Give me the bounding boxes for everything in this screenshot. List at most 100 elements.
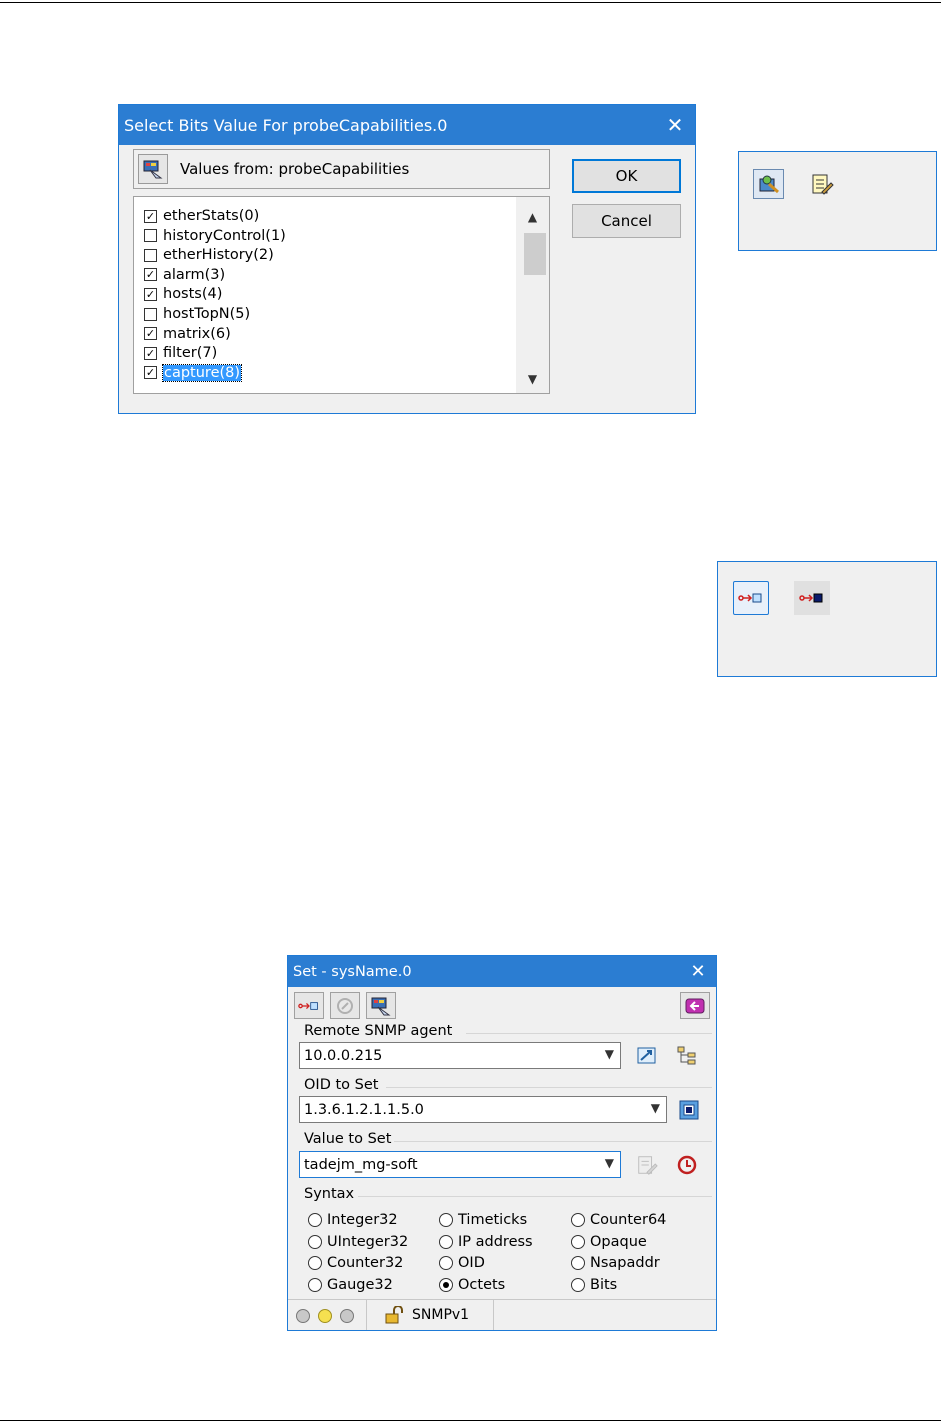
chevron-down-icon[interactable]: ▼ <box>605 1047 614 1061</box>
checkbox[interactable] <box>144 248 157 262</box>
set-dialog-title: Set - sysName.0 <box>293 963 412 980</box>
remote-agent-label: Remote SNMP agent <box>304 1023 453 1039</box>
vertical-scrollbar[interactable]: ▲ ▼ <box>516 197 549 393</box>
syntax-option[interactable]: Opaque <box>571 1234 647 1250</box>
select-values-icon[interactable] <box>366 992 396 1019</box>
edit-value-icon[interactable] <box>807 169 837 199</box>
scroll-thumb[interactable] <box>524 233 546 275</box>
checkbox[interactable]: ✓ <box>144 209 157 223</box>
syntax-option[interactable]: Counter32 <box>308 1255 403 1271</box>
syntax-option[interactable]: Octets <box>439 1277 505 1293</box>
checkbox[interactable] <box>144 307 157 321</box>
syntax-option[interactable]: Counter64 <box>571 1212 666 1228</box>
radio-button[interactable] <box>439 1213 453 1227</box>
syntax-option[interactable]: Bits <box>571 1277 617 1293</box>
syntax-option[interactable]: Nsapaddr <box>571 1255 660 1271</box>
set-request-pressed-icon[interactable] <box>794 581 830 615</box>
syntax-option[interactable]: Timeticks <box>439 1212 527 1228</box>
checkbox[interactable]: ✓ <box>144 268 157 282</box>
set-dialog-title-bar: Set - sysName.0 ✕ <box>288 956 716 987</box>
radio-button[interactable] <box>439 1277 453 1292</box>
scroll-up-icon[interactable]: ▲ <box>516 207 549 227</box>
syntax-option-label: OID <box>458 1255 485 1271</box>
list-item[interactable]: hostTopN(5) <box>144 305 250 323</box>
ok-button[interactable]: OK <box>572 159 681 193</box>
list-item[interactable]: ✓ hosts(4) <box>144 285 222 303</box>
value-value: tadejm_mg-soft <box>304 1156 418 1173</box>
checkbox[interactable]: ✓ <box>144 287 157 301</box>
list-item-label: historyControl(1) <box>163 227 286 244</box>
syntax-option-label: Integer32 <box>327 1212 398 1228</box>
checkbox[interactable] <box>144 229 157 243</box>
list-item[interactable]: etherHistory(2) <box>144 246 274 264</box>
value-label: Value to Set <box>304 1131 392 1147</box>
group-divider <box>386 1087 712 1088</box>
list-item-label: matrix(6) <box>163 325 231 342</box>
status-bar: SNMPv1 <box>288 1299 716 1330</box>
status-led-icon <box>340 1309 354 1323</box>
list-item[interactable]: historyControl(1) <box>144 227 286 245</box>
set-request-icon[interactable] <box>294 992 324 1019</box>
checkbox[interactable]: ✓ <box>144 366 157 380</box>
values-from-panel: Values from: probeCapabilities <box>133 149 550 189</box>
syntax-option[interactable]: Integer32 <box>308 1212 398 1228</box>
oid-label: OID to Set <box>304 1077 379 1093</box>
radio-button[interactable] <box>308 1234 322 1249</box>
radio-button[interactable] <box>308 1213 322 1227</box>
remote-agent-combo[interactable]: 10.0.0.215 ▼ <box>299 1042 621 1069</box>
syntax-option-label: IP address <box>458 1233 533 1250</box>
radio-button[interactable] <box>571 1256 585 1270</box>
radio-button[interactable] <box>571 1277 585 1292</box>
list-item[interactable]: ✓ etherStats(0) <box>144 207 259 225</box>
radio-button[interactable] <box>308 1277 322 1292</box>
select-values-icon[interactable] <box>753 169 784 199</box>
checkbox[interactable]: ✓ <box>144 327 157 341</box>
value-history-icon[interactable] <box>673 1151 700 1178</box>
dialog-title-bar: Select Bits Value For probeCapabilities.… <box>119 105 695 145</box>
chevron-down-icon[interactable]: ▼ <box>605 1156 614 1170</box>
scroll-down-icon[interactable]: ▼ <box>516 369 549 389</box>
syntax-option-label: UInteger32 <box>327 1233 409 1250</box>
bits-listbox[interactable]: ✓ etherStats(0) historyControl(1) etherHist… <box>133 196 550 394</box>
syntax-option[interactable]: IP address <box>439 1234 533 1250</box>
chevron-down-icon[interactable]: ▼ <box>651 1101 660 1115</box>
select-values-icon[interactable] <box>138 154 168 184</box>
list-item-label: etherStats(0) <box>163 208 260 224</box>
radio-button[interactable] <box>571 1213 585 1227</box>
syntax-option-label: Counter64 <box>590 1212 667 1228</box>
agent-properties-icon[interactable] <box>633 1042 660 1069</box>
bottom-rule <box>0 1420 941 1421</box>
syntax-option[interactable]: UInteger32 <box>308 1234 408 1250</box>
remote-agent-value: 10.0.0.215 <box>304 1047 383 1064</box>
close-icon[interactable]: ✕ <box>655 105 695 145</box>
oid-combo[interactable]: 1.3.6.1.2.1.1.5.0 ▼ <box>299 1096 667 1123</box>
set-request-icon[interactable] <box>733 581 769 615</box>
list-item-label: capture(8) <box>161 363 243 382</box>
syntax-option-label: Bits <box>590 1276 618 1293</box>
close-icon[interactable]: ✕ <box>680 956 716 987</box>
radio-button[interactable] <box>308 1256 322 1270</box>
radio-button[interactable] <box>571 1234 585 1249</box>
syntax-option-label: Nsapaddr <box>590 1255 660 1271</box>
list-item[interactable]: ✓ filter(7) <box>144 344 217 362</box>
edit-value-icon[interactable] <box>633 1151 660 1178</box>
oid-select-icon[interactable] <box>675 1096 702 1123</box>
cancel-button[interactable]: Cancel <box>572 204 681 238</box>
syntax-option[interactable]: OID <box>439 1255 485 1271</box>
list-item-label: alarm(3) <box>163 266 226 283</box>
close-window-icon[interactable] <box>680 992 710 1019</box>
checkbox[interactable]: ✓ <box>144 346 157 360</box>
dialog-title: Select Bits Value For probeCapabilities.… <box>124 115 448 135</box>
list-item[interactable]: ✓ alarm(3) <box>144 266 225 284</box>
list-item[interactable]: ✓ capture(8) <box>144 363 243 382</box>
list-item[interactable]: ✓ matrix(6) <box>144 325 231 343</box>
radio-button[interactable] <box>439 1256 453 1270</box>
radio-button[interactable] <box>439 1234 453 1249</box>
refresh-icon[interactable] <box>330 992 360 1019</box>
value-combo[interactable]: tadejm_mg-soft ▼ <box>299 1151 621 1178</box>
toolbar-icons-box-1 <box>738 151 937 251</box>
syntax-option[interactable]: Gauge32 <box>308 1277 393 1293</box>
list-item-label: hosts(4) <box>163 286 223 303</box>
tree-view-icon[interactable] <box>673 1042 700 1069</box>
group-divider <box>466 1033 712 1034</box>
